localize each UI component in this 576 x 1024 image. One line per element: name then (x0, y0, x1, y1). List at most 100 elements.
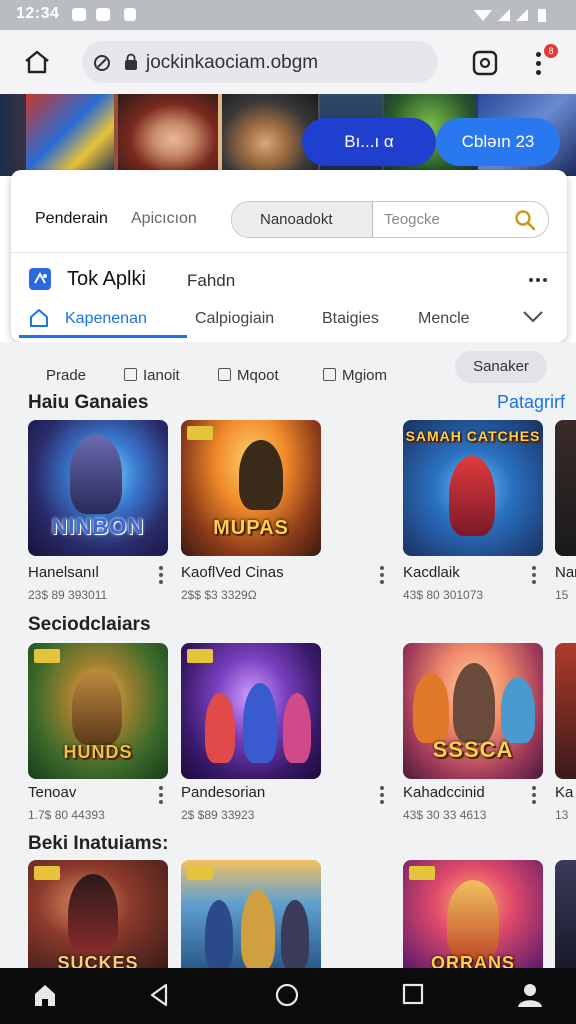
game-thumb[interactable]: HUNDS (28, 643, 168, 779)
sort-button[interactable]: Sanaker (455, 351, 547, 383)
game-thumb[interactable]: MUPAS (181, 420, 321, 556)
game-title[interactable]: Kacdlaik (403, 564, 460, 581)
game-title[interactable]: KaoflVed Cinas (181, 564, 284, 581)
chip-label: Ianoit (143, 367, 180, 384)
item-menu-icon[interactable] (532, 786, 536, 807)
game-title[interactable]: Kahadccinid (403, 784, 485, 801)
chip-mqoot[interactable]: Mqoot (218, 367, 279, 384)
active-tab-indicator (19, 335, 187, 338)
home-icon[interactable] (24, 50, 50, 74)
game-thumb[interactable]: NINBON (28, 420, 168, 556)
game-thumb-logo: MUPAS (213, 517, 289, 539)
game-meta: 43$ 30 33 4613 (403, 808, 487, 822)
game-title[interactable]: Nar (555, 564, 576, 581)
search-filter-label: Nanoadokt (260, 211, 333, 228)
game-art (283, 693, 311, 763)
chip-prade[interactable]: Prade (46, 367, 86, 384)
game-art (453, 663, 495, 743)
system-nav-bar (0, 968, 576, 1024)
recents-icon[interactable] (401, 982, 425, 1006)
game-thumb-logo: ORRANS (430, 953, 515, 968)
checkbox-icon (323, 368, 336, 381)
item-menu-icon[interactable] (532, 566, 536, 587)
back-icon[interactable] (148, 982, 170, 1008)
section-title-3: Beki Inatuiams: (28, 833, 169, 854)
mail-icon (96, 8, 110, 21)
game-title[interactable]: Hanelsanıl (28, 564, 99, 581)
game-badge (409, 866, 435, 880)
checkbox-icon (218, 368, 231, 381)
url-field[interactable]: jockinkaociam.obgm (82, 41, 438, 83)
game-meta: 13 (555, 808, 569, 822)
game-thumb[interactable] (181, 860, 321, 968)
section-title-1: Haiu Ganaies (28, 392, 149, 413)
game-thumb[interactable] (555, 860, 576, 968)
item-menu-icon[interactable] (159, 566, 163, 587)
nav-tab-calpiogiain[interactable]: Calpiogiain (195, 310, 274, 328)
game-badge (34, 866, 60, 880)
game-art (449, 456, 495, 536)
game-thumb[interactable]: SUCKES (28, 860, 168, 968)
chip-label: Mqoot (237, 367, 279, 384)
profile-icon[interactable] (516, 982, 544, 1008)
game-thumb[interactable]: ORRANS (403, 860, 543, 968)
chevron-down-icon[interactable] (522, 310, 544, 324)
more-options-icon[interactable] (529, 278, 547, 282)
game-thumb[interactable]: SSSCA (403, 643, 543, 779)
game-thumb-logo: HUNDS (63, 742, 133, 762)
site-info-icon[interactable] (92, 53, 112, 73)
item-menu-icon[interactable] (380, 566, 384, 587)
game-thumb-logo: SSSCA (432, 737, 514, 762)
game-thumb[interactable] (555, 643, 576, 779)
home-icon[interactable] (32, 982, 58, 1008)
game-art (239, 440, 283, 510)
nav-tab-btaigies[interactable]: Btaigies (322, 310, 379, 328)
game-art (205, 900, 233, 968)
tab-penderain[interactable]: Penderain (35, 210, 108, 228)
game-badge (187, 866, 213, 880)
search-box[interactable]: Nanoadokt Teogcke (231, 201, 549, 238)
chip-mgiom[interactable]: Mgiom (323, 367, 387, 384)
section-link[interactable]: Patagrirf (497, 392, 565, 413)
nav-tab-mencle[interactable]: Mencle (418, 310, 470, 328)
game-thumb[interactable] (555, 420, 576, 556)
app-notification-icon (124, 8, 136, 21)
game-art (281, 900, 309, 968)
chip-ianoit[interactable]: Ianoit (124, 367, 180, 384)
game-title[interactable]: Tenoav (28, 784, 76, 801)
game-art (72, 669, 122, 745)
tab-apicicion[interactable]: Apicıcıon (131, 210, 197, 228)
app-info-card: Penderain Apicıcıon Nanoadokt Teogcke To… (11, 170, 567, 342)
game-art (243, 683, 277, 763)
browser-toolbar: jockinkaociam.obgm 8 (0, 30, 576, 94)
game-badge (187, 649, 213, 663)
game-thumb[interactable]: SAMAH CATCHES (403, 420, 543, 556)
checkbox-icon (124, 368, 137, 381)
hero-art-2 (118, 94, 218, 176)
notification-badge: 8 (544, 44, 558, 58)
kebab-menu-icon[interactable] (536, 52, 541, 75)
tab-switcher-icon[interactable] (472, 50, 498, 76)
circle-home-icon[interactable] (274, 982, 300, 1008)
game-meta: 1.7$ 80 44393 (28, 808, 105, 822)
game-art (68, 874, 118, 954)
search-filter-pill[interactable]: Nanoadokt (232, 202, 373, 237)
game-badge (34, 649, 60, 663)
search-icon[interactable] (514, 209, 536, 231)
nav-tab-kapenenan[interactable]: Kapenenan (65, 310, 147, 328)
item-menu-icon[interactable] (380, 786, 384, 807)
game-title[interactable]: Ka (555, 784, 573, 801)
search-input[interactable]: Teogcke (384, 211, 440, 228)
home-outline-icon[interactable] (29, 308, 49, 328)
divider (11, 252, 567, 253)
game-art (70, 434, 122, 514)
game-art (501, 677, 535, 743)
game-title[interactable]: Pandesorian (181, 784, 265, 801)
app-title: Tok Aplki (67, 268, 146, 290)
item-menu-icon[interactable] (159, 786, 163, 807)
game-thumb[interactable] (181, 643, 321, 779)
hero-button-left[interactable]: Bı...ı α (302, 118, 436, 166)
game-art (241, 890, 275, 968)
hero-button-right[interactable]: Cbləın 23 (436, 118, 560, 166)
section-title-2: Seciodclaiars (28, 614, 151, 635)
